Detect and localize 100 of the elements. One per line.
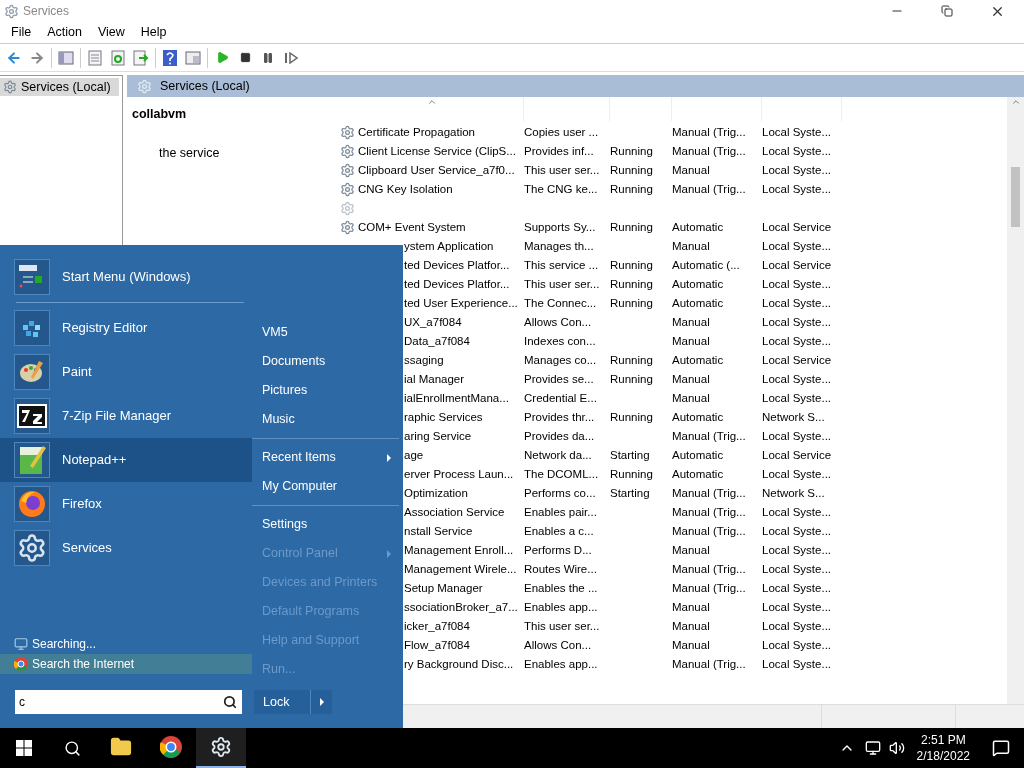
service-name: Client License Service (ClipS... — [358, 143, 516, 159]
fox-globe-icon — [17, 489, 47, 519]
startup-type-cell: Manual (Trig... — [672, 144, 746, 157]
archive-icon — [16, 401, 48, 431]
log-on-cell: Local Syste... — [762, 619, 832, 632]
startup-type-cell: Manual — [672, 334, 710, 347]
network-icon[interactable] — [864, 740, 881, 756]
places-item[interactable]: Music — [252, 405, 399, 434]
service-description-cell: Enables pair... — [524, 505, 597, 518]
service-description-cell: Network da... — [524, 448, 592, 461]
service-name: aring Service — [404, 428, 472, 444]
log-on-cell: Local Syste... — [762, 239, 832, 252]
log-on-cell: Local Syste... — [762, 296, 832, 309]
program-item[interactable]: Registry Editor — [0, 306, 252, 350]
startup-type-cell: Manual — [672, 619, 710, 632]
startup-type-cell: Manual — [672, 315, 710, 328]
service-description-cell: Supports Sy... — [524, 220, 596, 233]
program-item[interactable]: Services — [0, 526, 252, 570]
gear-icon — [340, 163, 355, 178]
status-cell: Running — [610, 410, 653, 423]
gear-icon — [210, 736, 232, 758]
program-item[interactable]: Notepad++ — [0, 438, 252, 482]
chrome-icon — [160, 736, 182, 758]
log-on-cell: Local Syste... — [762, 657, 832, 670]
scrollbar[interactable] — [1007, 97, 1024, 704]
places-item[interactable]: Recent Items — [252, 443, 399, 472]
restore-icon[interactable] — [941, 5, 953, 17]
startup-type-cell: Automatic — [672, 277, 724, 290]
clock[interactable]: 2:51 PM 2/18/2022 — [916, 732, 970, 764]
power-options-button[interactable] — [310, 690, 332, 714]
service-description-cell: Performs co... — [524, 486, 596, 499]
service-description-cell: Enables a c... — [524, 524, 594, 537]
service-description-cell: Provides se... — [524, 372, 594, 385]
service-name: Clipboard User Service_a7f0... — [358, 162, 515, 178]
places-item[interactable]: VM5 — [252, 318, 399, 347]
places-item[interactable]: Settings — [252, 510, 399, 539]
log-on-cell: Local Service — [762, 258, 832, 271]
windows-logo-icon — [16, 740, 32, 756]
program-item[interactable]: Firefox — [0, 482, 252, 526]
service-description-cell: Allows Con... — [524, 638, 592, 651]
scroll-thumb[interactable] — [1011, 167, 1020, 227]
submenu-arrow-icon — [387, 549, 391, 558]
volume-icon[interactable] — [888, 740, 905, 756]
gear-icon — [340, 182, 355, 197]
status-cell: Running — [610, 258, 653, 271]
service-name: ted Devices Platfor... — [404, 276, 510, 292]
log-on-cell: Local Syste... — [762, 334, 832, 347]
service-name: ssaging — [404, 352, 444, 368]
status-cell: Running — [610, 296, 653, 309]
startup-type-cell: Manual (Trig... — [672, 429, 746, 442]
program-item[interactable]: 7-Zip File Manager — [0, 394, 252, 438]
startup-type-cell: Manual (Trig... — [672, 581, 746, 594]
menu-item[interactable]: View — [89, 23, 133, 42]
gear-icon — [3, 80, 17, 94]
taskbar-app[interactable] — [196, 728, 246, 768]
places-item[interactable]: Documents — [252, 347, 399, 376]
service-name: raphic Services — [404, 409, 483, 425]
search-icon[interactable] — [63, 739, 81, 757]
service-description-cell: Routes Wire... — [524, 562, 597, 575]
program-item[interactable]: Paint — [0, 350, 252, 394]
menu-item[interactable]: Action — [39, 23, 90, 42]
service-description-cell: Enables the ... — [524, 581, 598, 594]
search-result[interactable]: Search the Internet — [0, 654, 252, 674]
service-description-cell: Performs D... — [524, 543, 592, 556]
startup-type-cell: Manual — [672, 239, 710, 252]
menu-item[interactable]: Help — [132, 23, 175, 42]
places-item[interactable]: My Computer — [252, 472, 399, 501]
service-description-cell: Enables app... — [524, 657, 598, 670]
log-on-cell: Local Syste... — [762, 600, 832, 613]
places-item[interactable]: Pictures — [252, 376, 399, 405]
program-item[interactable]: Start Menu (Windows) — [0, 255, 252, 299]
service-description-cell: This user ser... — [524, 619, 600, 632]
log-on-cell: Local Syste... — [762, 277, 832, 290]
service-name: Management Wirele... — [404, 561, 517, 577]
service-name: ialEnrollmentMana... — [404, 390, 509, 406]
log-on-cell: Local Syste... — [762, 638, 832, 651]
service-description-cell: Enables app... — [524, 600, 598, 613]
service-name: ssociationBroker_a7... — [404, 599, 518, 615]
lock-button[interactable]: Lock — [254, 690, 310, 714]
service-name: CNG Key Isolation — [358, 181, 453, 197]
status-cell: Running — [610, 220, 653, 233]
service-description-cell: Credential E... — [524, 391, 597, 404]
tree-item[interactable]: Services (Local) — [0, 78, 119, 96]
log-on-cell: Local Service — [762, 220, 832, 233]
service-name: Setup Manager — [404, 580, 483, 596]
submenu-arrow-icon — [387, 453, 391, 462]
service-title: collabvm — [132, 106, 188, 123]
startup-type-cell: Manual (Trig... — [672, 505, 746, 518]
scroll-up-icon[interactable] — [1010, 97, 1021, 107]
app-gear-icon — [4, 3, 19, 19]
search-field[interactable]: c — [15, 690, 242, 714]
menu-item[interactable]: File — [3, 23, 40, 42]
search-result[interactable]: Searching... — [0, 634, 252, 654]
notifications-icon[interactable] — [992, 739, 1010, 757]
status-cell: Running — [610, 144, 653, 157]
service-description-cell: This user ser... — [524, 163, 600, 176]
service-name: age — [404, 447, 424, 463]
service-name: nstall Service — [404, 523, 473, 539]
service-name: ted Devices Platfor... — [404, 257, 510, 273]
status-cell: Running — [610, 353, 653, 366]
